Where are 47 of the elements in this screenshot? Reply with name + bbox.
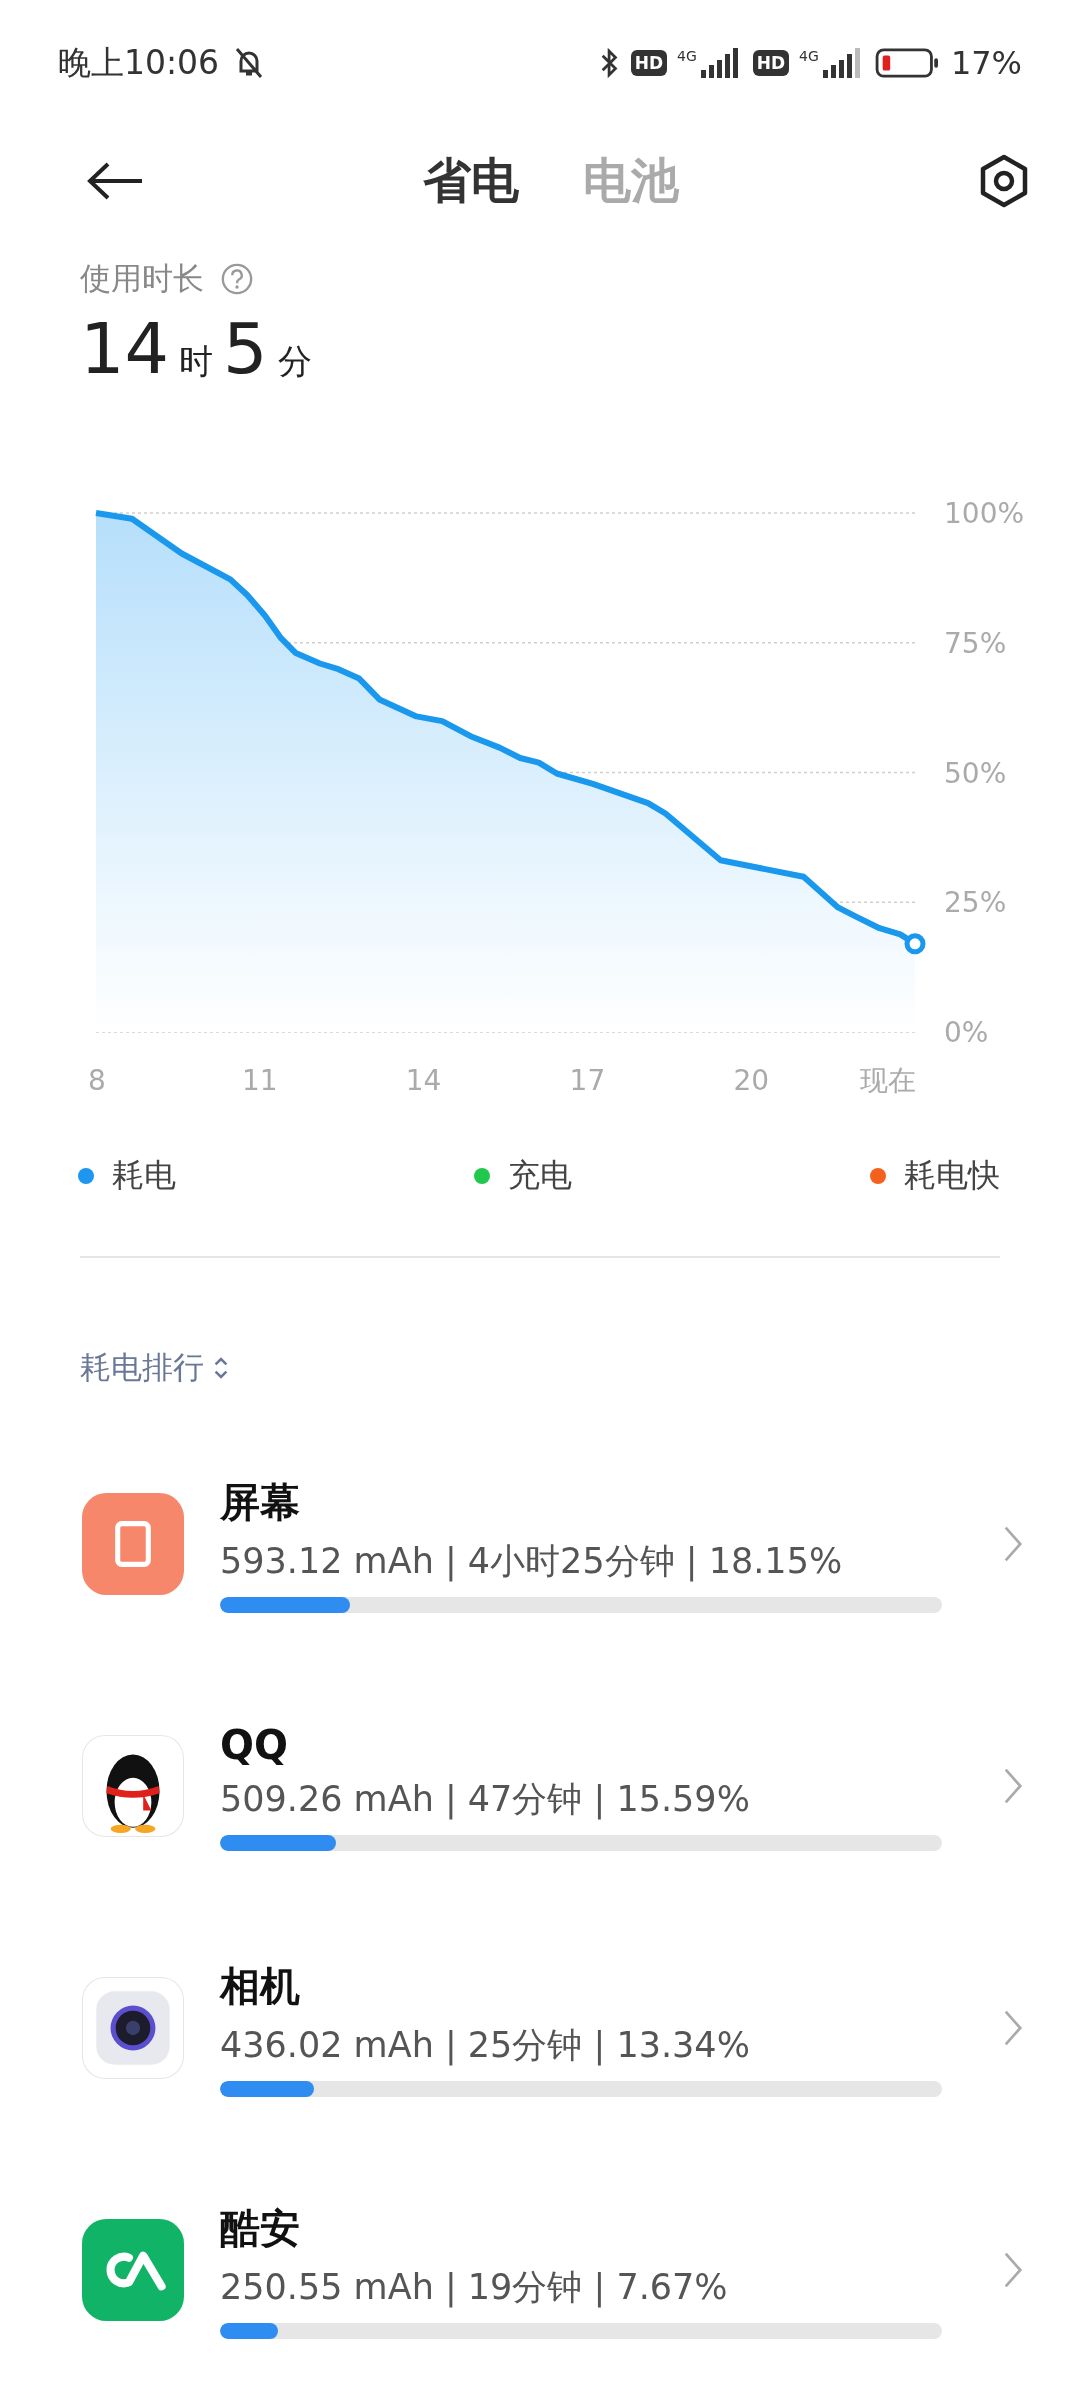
y-axis-label: 0%	[944, 1016, 989, 1049]
hd-badge: HD	[752, 50, 790, 76]
help-icon[interactable]	[220, 262, 254, 296]
usage-label: 使用时长	[80, 259, 204, 298]
app-name: QQ	[220, 1721, 289, 1768]
usage-detail: 509.26 mAh | 47分钟 | 15.59%	[220, 1777, 751, 1822]
x-axis-label: 11	[242, 1064, 278, 1097]
battery-percent: 17%	[950, 44, 1022, 82]
chevron-icon[interactable]	[1002, 1524, 1024, 1564]
usage-minutes: 5	[223, 308, 268, 390]
legend-label: 耗电快	[904, 1155, 1000, 1196]
usage-detail: 593.12 mAh | 4小时25分钟 | 18.15%	[220, 1540, 844, 1584]
battery-icon	[874, 48, 941, 78]
app-name: 屏幕	[220, 1478, 301, 1527]
legend-label: 耗电	[112, 1155, 176, 1196]
x-axis-label: 20	[733, 1064, 769, 1097]
y-axis-label: 100%	[944, 497, 1025, 530]
chevron-icon[interactable]	[1002, 2008, 1024, 2048]
x-axis-label: 8	[88, 1064, 106, 1097]
x-axis-label: 14	[405, 1064, 442, 1097]
app-name: 相机	[220, 1962, 301, 2011]
y-axis-label: 50%	[944, 756, 1007, 790]
usage-hours: 14	[80, 308, 170, 390]
tab[interactable]: 电池	[583, 149, 679, 213]
hd-badge: HD	[630, 50, 667, 76]
network-type: 4G	[799, 48, 819, 64]
loop-app-icon[interactable]	[82, 2219, 184, 2321]
app-name: 酷安	[220, 2204, 301, 2253]
legend-label: 充电	[508, 1155, 572, 1196]
camera-app-icon[interactable]	[82, 1977, 184, 2079]
tab[interactable]: 省电	[423, 149, 519, 213]
network-type: 4G	[677, 48, 697, 64]
usage-detail: 436.02 mAh | 25分钟 | 13.34%	[220, 2024, 751, 2068]
y-axis-label: 75%	[944, 626, 1007, 660]
minutes-unit: 分	[277, 340, 312, 383]
chevron-icon[interactable]	[1002, 2250, 1024, 2290]
screen-app-icon[interactable]	[82, 1493, 184, 1595]
current-point	[904, 933, 926, 955]
x-axis-label: 17	[569, 1064, 606, 1097]
usage-detail: 250.55 mAh | 19分钟 | 7.67%	[220, 2266, 729, 2310]
chevron-icon[interactable]	[1002, 1766, 1024, 1806]
sort-label[interactable]: 耗电排行	[80, 1347, 204, 1389]
y-axis-label: 25%	[944, 886, 1007, 920]
status-time: 晚上10:06	[58, 41, 220, 84]
x-axis-label: 现在	[859, 1064, 916, 1097]
penguin-app-icon[interactable]	[82, 1735, 184, 1837]
hours-unit: 时	[179, 340, 214, 383]
